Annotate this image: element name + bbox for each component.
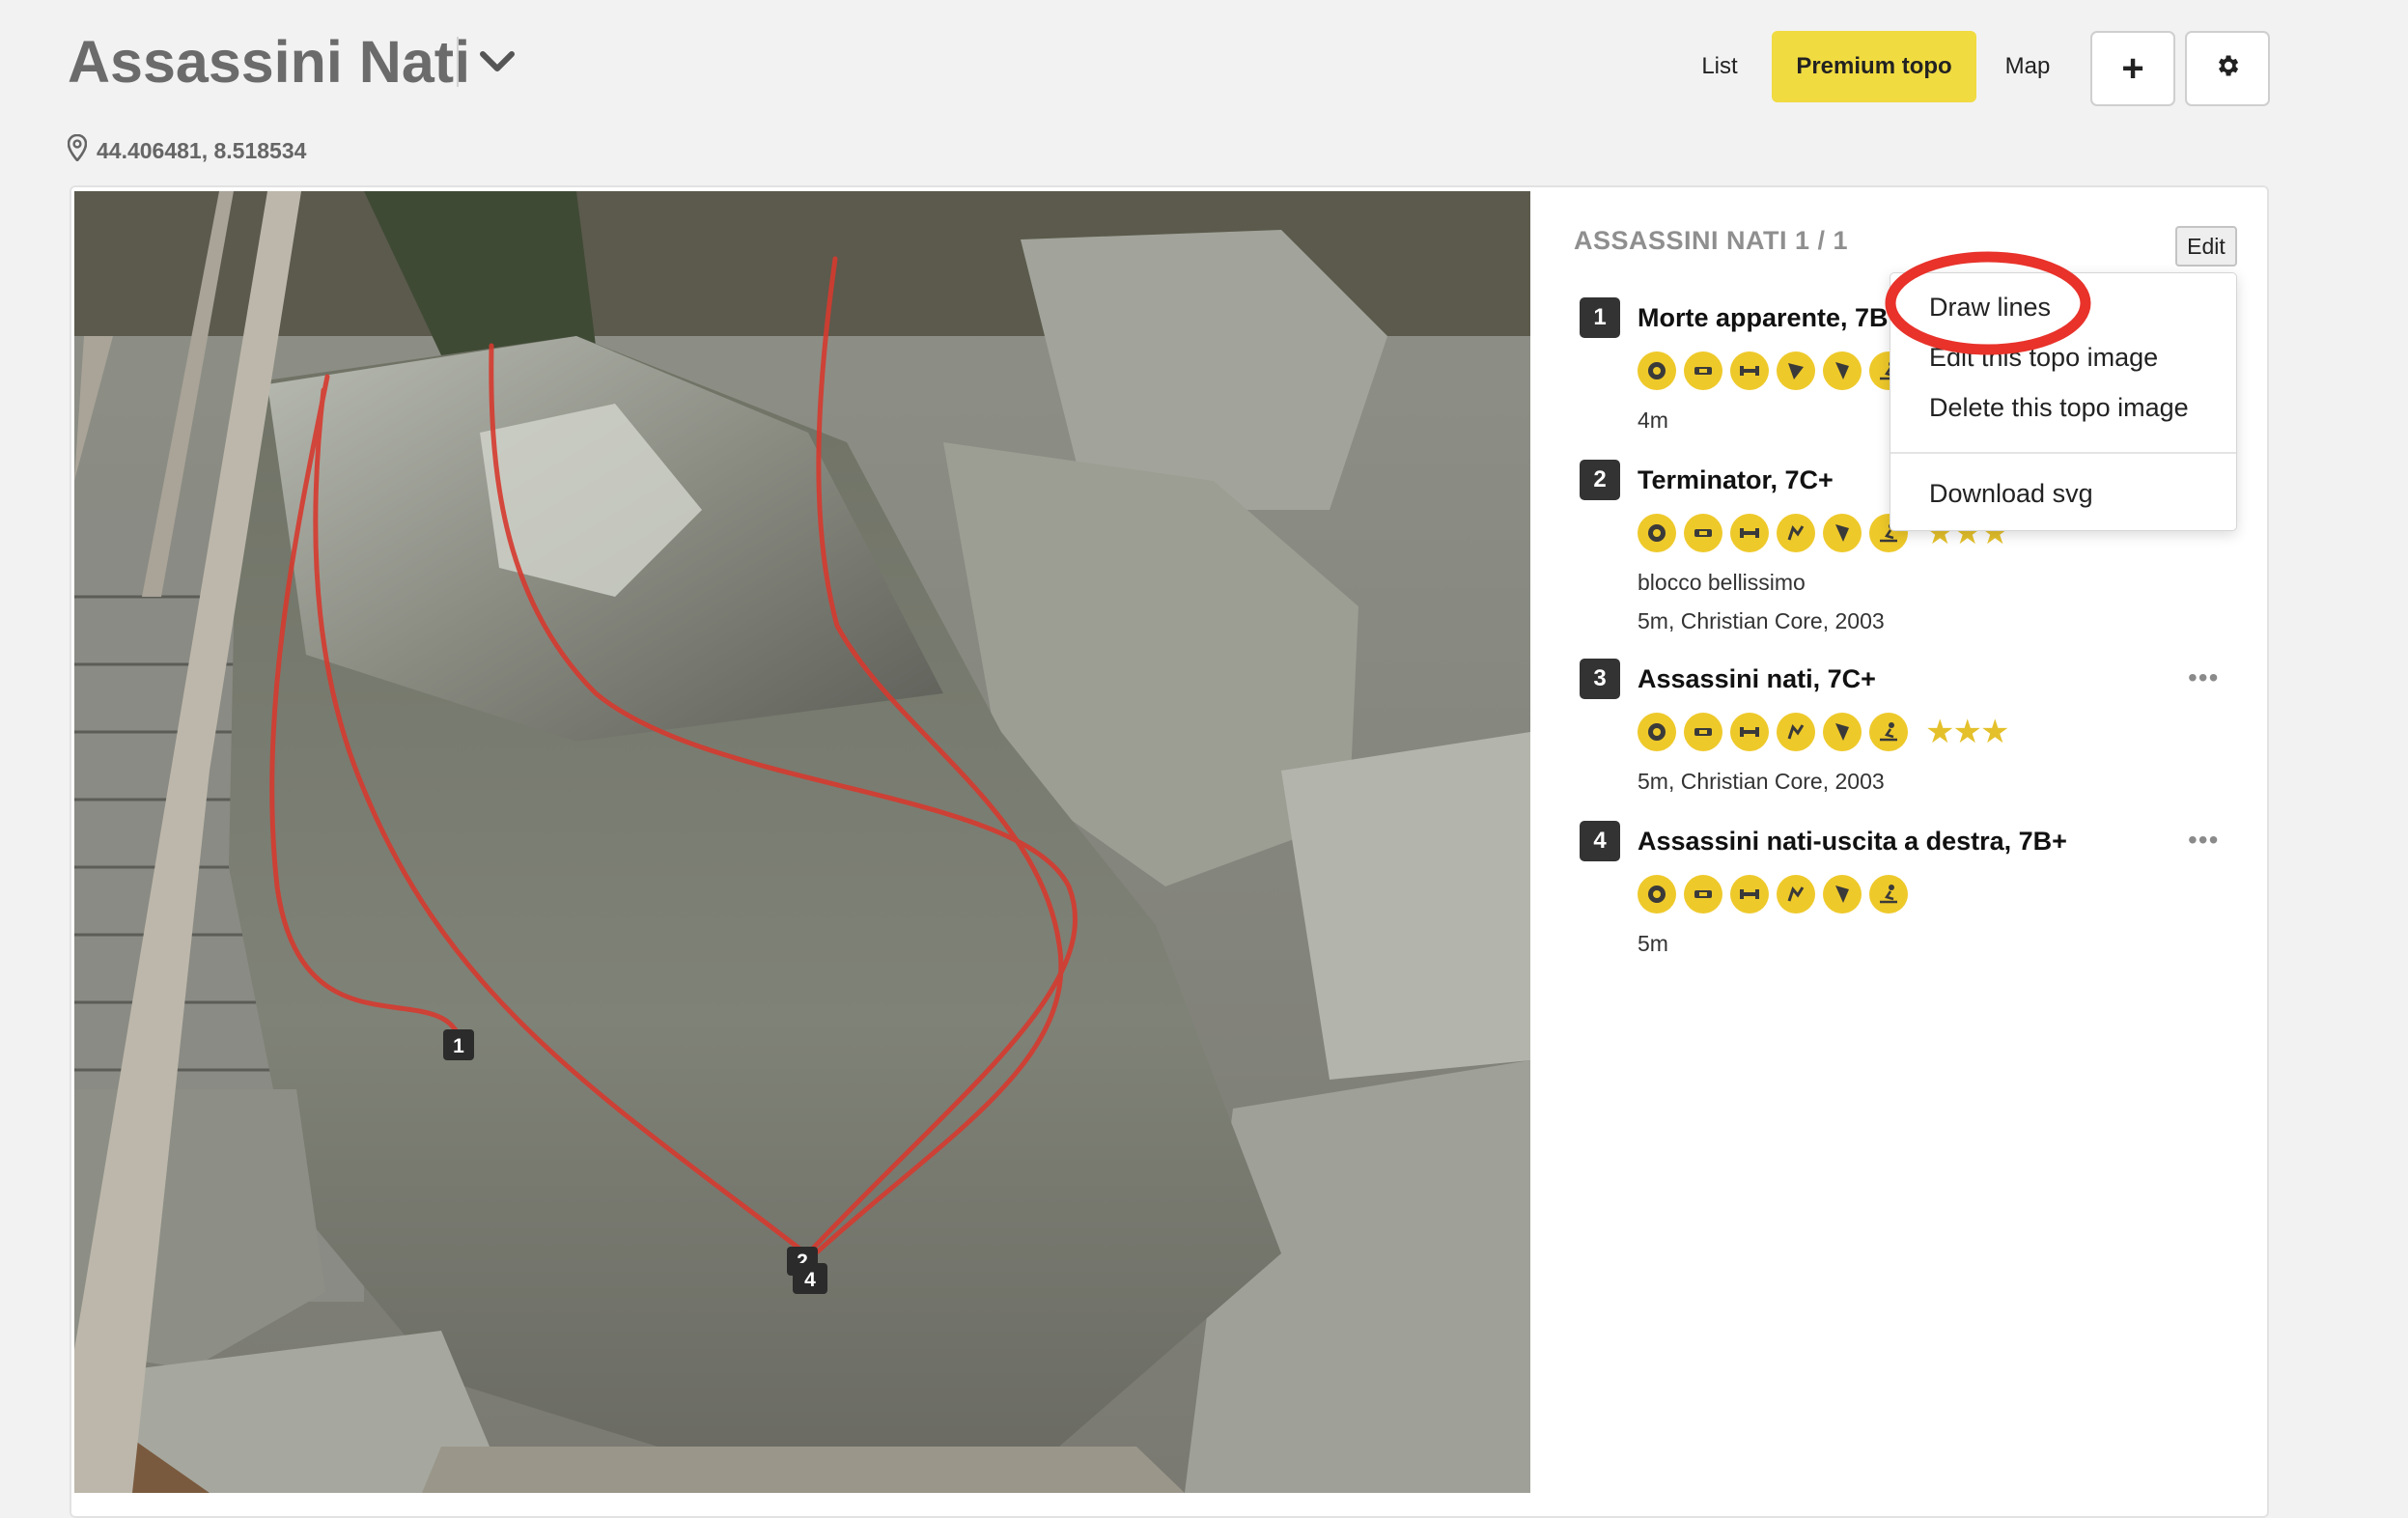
menu-item-download-svg[interactable]: Download svg: [1929, 479, 2093, 509]
rating-stars: ★★★: [1925, 714, 2009, 750]
problem-name[interactable]: Assassini nati-uscita a destra, 7B+: [1638, 823, 2067, 859]
crimp-icon: [1638, 514, 1676, 552]
arete-icon: [1823, 713, 1862, 751]
topo-line-label-1[interactable]: 1: [453, 1035, 464, 1057]
sitstart-icon: [1869, 713, 1908, 751]
highlight-circle: [1885, 251, 2091, 355]
crimp-icon: [1638, 875, 1676, 914]
arete-icon: [1823, 351, 1862, 390]
location-coordinates: 44.406481, 8.518534: [67, 131, 307, 170]
problem-style-icons: [1638, 875, 1908, 914]
menu-item-delete-topo-image[interactable]: Delete this topo image: [1929, 393, 2189, 423]
sloper-icon: [1684, 875, 1722, 914]
premium-topo-button[interactable]: Premium topo: [1772, 31, 1976, 102]
map-pin-icon: [67, 133, 88, 167]
edit-button[interactable]: Edit: [2175, 226, 2237, 267]
coordinates-text: 44.406481, 8.518534: [97, 137, 307, 163]
crimp-icon: [1638, 713, 1676, 751]
sitstart-icon: [1869, 875, 1908, 914]
settings-button[interactable]: [2185, 31, 2270, 106]
topo-photo[interactable]: 1 2 4: [74, 191, 1530, 1493]
heel-hook-icon: [1777, 514, 1815, 552]
arete-icon: [1823, 514, 1862, 552]
heel-hook-icon: [1777, 713, 1815, 751]
problem-name[interactable]: Assassini nati, 7C+: [1638, 661, 1876, 697]
problem-details: 5m, Christian Core, 2003: [1638, 608, 1885, 633]
more-options-icon[interactable]: •••: [2188, 825, 2219, 856]
list-button[interactable]: List: [1680, 31, 1759, 102]
title-divider: [457, 37, 459, 87]
problem-details: 5m: [1638, 931, 1668, 956]
problem-description: blocco bellissimo: [1638, 570, 1806, 595]
compression-icon: [1730, 713, 1769, 751]
chevron-down-icon[interactable]: [475, 42, 519, 81]
problem-name[interactable]: Terminator, 7C+: [1638, 462, 1834, 498]
gear-icon: [2214, 52, 2241, 86]
page-title: Assassini Nati: [68, 29, 471, 95]
arete-icon: [1823, 875, 1862, 914]
problem-details: 5m, Christian Core, 2003: [1638, 769, 1885, 794]
topo-heading: ASSASSINI NATI 1 / 1: [1574, 226, 1849, 255]
problem-details: 4m: [1638, 408, 1668, 433]
compression-icon: [1730, 514, 1769, 552]
compression-icon: [1730, 351, 1769, 390]
sloper-icon: [1684, 351, 1722, 390]
map-button[interactable]: Map: [1993, 31, 2062, 102]
heel-hook-icon: [1777, 875, 1815, 914]
crimp-icon: [1638, 351, 1676, 390]
dyno-icon: [1777, 351, 1815, 390]
problem-style-icons: [1638, 351, 1908, 390]
compression-icon: [1730, 875, 1769, 914]
problem-style-icons: ★★★: [1638, 713, 2009, 751]
problem-name[interactable]: Morte apparente, 7B: [1638, 299, 1889, 336]
more-options-icon[interactable]: •••: [2188, 662, 2219, 693]
sloper-icon: [1684, 514, 1722, 552]
menu-divider: [1890, 452, 2236, 454]
problem-number: 1: [1580, 297, 1620, 338]
problem-number: 2: [1580, 460, 1620, 500]
problem-number: 3: [1580, 659, 1620, 699]
problem-number: 4: [1580, 821, 1620, 861]
topo-line-label-4[interactable]: 4: [804, 1269, 816, 1291]
sloper-icon: [1684, 713, 1722, 751]
add-button[interactable]: +: [2090, 31, 2175, 106]
